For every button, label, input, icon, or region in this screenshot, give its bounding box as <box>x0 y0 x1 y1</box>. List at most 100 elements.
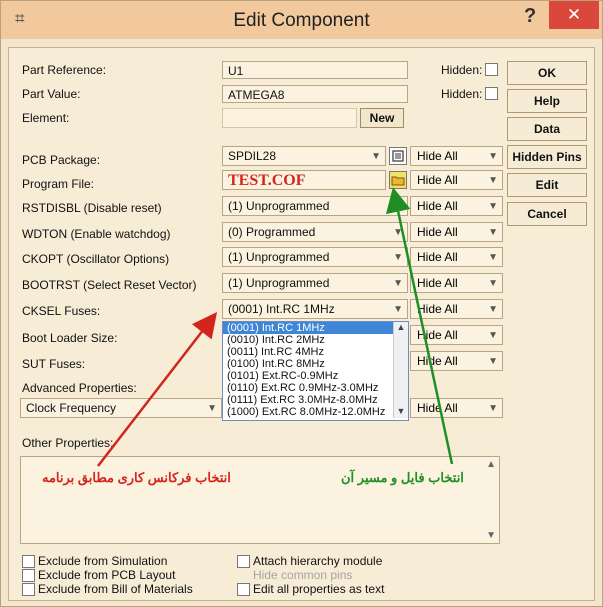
scroll-up-icon[interactable]: ▲ <box>394 322 408 332</box>
list-scrollbar[interactable]: ▲ ▼ <box>393 322 408 418</box>
chevron-down-icon: ▼ <box>207 403 217 414</box>
rstdisbl-select[interactable]: (1) Unprogrammed ▼ <box>222 196 408 216</box>
chevron-down-icon: ▼ <box>371 151 381 162</box>
hide-select-cksel[interactable]: Hide All ▼ <box>410 299 503 319</box>
exclude-sim-label: Exclude from Simulation <box>38 554 168 568</box>
list-item[interactable]: (1000) Ext.RC 8.0MHz-12.0MHz <box>223 406 408 418</box>
chevron-down-icon: ▼ <box>393 227 403 238</box>
scroll-up-icon[interactable]: ▲ <box>486 459 496 470</box>
hidden-checkbox-value[interactable] <box>485 87 498 100</box>
exclude-bom-label: Exclude from Bill of Materials <box>38 582 193 596</box>
cksel-dropdown-list[interactable]: (0001) Int.RC 1MHz (0010) Int.RC 2MHz (0… <box>222 321 409 421</box>
hide-select-wdton[interactable]: Hide All ▼ <box>410 222 503 242</box>
hide-value: Hide All <box>417 302 458 316</box>
hide-select-program[interactable]: Hide All ▼ <box>410 170 503 190</box>
chevron-down-icon: ▼ <box>393 304 403 315</box>
hide-select-sut[interactable]: Hide All ▼ <box>410 351 503 371</box>
bootrst-select[interactable]: (1) Unprogrammed ▼ <box>222 273 408 293</box>
data-button[interactable]: Data <box>507 117 587 141</box>
edit-firmware-button[interactable]: Edit Firmware <box>507 173 587 214</box>
chevron-down-icon: ▼ <box>488 304 498 315</box>
program-file-input[interactable]: TEST.COF <box>222 170 386 190</box>
cancel-button[interactable]: Cancel <box>507 202 587 226</box>
advanced-properties-label: Advanced Properties: <box>22 381 137 395</box>
list-item[interactable]: (0010) Int.RC 2MHz <box>223 334 408 346</box>
pcb-package-select[interactable]: SPDIL28 ▼ <box>222 146 386 166</box>
rstdisbl-label: RSTDISBL (Disable reset) <box>22 201 162 215</box>
pcb-package-label: PCB Package: <box>22 153 101 167</box>
list-item[interactable]: (0001) Int.RC 1MHz <box>223 322 408 334</box>
cksel-value: (0001) Int.RC 1MHz <box>228 302 335 316</box>
hide-value: Hide All <box>417 328 458 342</box>
boot-loader-label: Boot Loader Size: <box>22 331 118 345</box>
hide-select-clock[interactable]: Hide All ▼ <box>410 398 503 418</box>
hide-value: Hide All <box>417 173 458 187</box>
hide-select-ckopt[interactable]: Hide All ▼ <box>410 247 503 267</box>
chevron-down-icon: ▼ <box>393 252 403 263</box>
chevron-down-icon: ▼ <box>488 356 498 367</box>
list-item[interactable]: (0011) Int.RC 4MHz <box>223 346 408 358</box>
part-reference-label: Part Reference: <box>22 63 107 77</box>
list-item[interactable]: (0100) Int.RC 8MHz <box>223 358 408 370</box>
chevron-down-icon: ▼ <box>488 201 498 212</box>
help-icon[interactable]: ? <box>524 5 536 28</box>
advanced-property-select[interactable]: Clock Frequency ▼ <box>20 398 222 418</box>
close-button[interactable]: ✕ <box>549 1 599 29</box>
exclude-pcb-label: Exclude from PCB Layout <box>38 568 176 582</box>
exclude-bom-checkbox[interactable] <box>22 583 35 596</box>
hidden-checkbox-ref[interactable] <box>485 63 498 76</box>
chevron-down-icon: ▼ <box>488 252 498 263</box>
bootrst-value: (1) Unprogrammed <box>228 276 330 290</box>
hide-value: Hide All <box>417 199 458 213</box>
hide-select-pcb[interactable]: Hide All ▼ <box>410 146 503 166</box>
bootrst-label: BOOTRST (Select Reset Vector) <box>22 278 197 292</box>
chevron-down-icon: ▼ <box>488 175 498 186</box>
attach-hierarchy-checkbox[interactable] <box>237 555 250 568</box>
hide-select-bootrst[interactable]: Hide All ▼ <box>410 273 503 293</box>
pcb-package-value: SPDIL28 <box>228 149 277 163</box>
cksel-label: CKSEL Fuses: <box>22 304 101 318</box>
list-item[interactable]: (0111) Ext.RC 3.0MHz-8.0MHz <box>223 394 408 406</box>
title-bar: ⌗ Edit Component ? ✕ <box>1 1 602 39</box>
other-properties-label: Other Properties: <box>22 436 114 450</box>
help-button[interactable]: Help <box>507 89 587 113</box>
sut-label: SUT Fuses: <box>22 357 86 371</box>
edit-as-text-checkbox[interactable] <box>237 583 250 596</box>
rstdisbl-value: (1) Unprogrammed <box>228 199 330 213</box>
exclude-sim-checkbox[interactable] <box>22 555 35 568</box>
scroll-down-icon[interactable]: ▼ <box>486 530 496 541</box>
hide-select-bootloader[interactable]: Hide All ▼ <box>410 325 503 345</box>
hide-value: Hide All <box>417 401 458 415</box>
list-item[interactable]: (0110) Ext.RC 0.9MHz-3.0MHz <box>223 382 408 394</box>
exclude-pcb-checkbox[interactable] <box>22 569 35 582</box>
hide-value: Hide All <box>417 250 458 264</box>
hide-common-pins-label: Hide common pins <box>253 568 353 582</box>
hide-select-rstdisbl[interactable]: Hide All ▼ <box>410 196 503 216</box>
chevron-down-icon: ▼ <box>488 151 498 162</box>
annotation-red-text: انتخاب فرکانس کاری مطابق برنامه <box>42 470 231 485</box>
hidden-pins-button[interactable]: Hidden Pins <box>507 145 587 169</box>
ok-button[interactable]: OK <box>507 61 587 85</box>
part-reference-input[interactable]: U1 <box>222 61 408 79</box>
wdton-label: WDTON (Enable watchdog) <box>22 227 171 241</box>
chevron-down-icon: ▼ <box>393 201 403 212</box>
wdton-select[interactable]: (0) Programmed ▼ <box>222 222 408 242</box>
hidden-label-ref: Hidden: <box>441 63 483 77</box>
scroll-down-icon[interactable]: ▼ <box>394 406 408 416</box>
cksel-select[interactable]: (0001) Int.RC 1MHz ▼ <box>222 299 408 319</box>
wdton-value: (0) Programmed <box>228 225 316 239</box>
part-value-input[interactable]: ATMEGA8 <box>222 85 408 103</box>
new-button[interactable]: New <box>360 108 404 128</box>
hide-value: Hide All <box>417 225 458 239</box>
list-item[interactable]: (0101) Ext.RC-0.9MHz <box>223 370 408 382</box>
chevron-down-icon: ▼ <box>488 278 498 289</box>
element-combo[interactable] <box>222 108 357 128</box>
attach-hierarchy-label: Attach hierarchy module <box>253 554 383 568</box>
ckopt-value: (1) Unprogrammed <box>228 250 330 264</box>
annotation-green-text: انتخاب فایل و مسیر آن <box>341 470 464 485</box>
package-browse-icon[interactable] <box>389 147 407 165</box>
folder-open-icon[interactable] <box>389 171 407 189</box>
ckopt-select[interactable]: (1) Unprogrammed ▼ <box>222 247 408 267</box>
chevron-down-icon: ▼ <box>488 227 498 238</box>
chevron-down-icon: ▼ <box>393 278 403 289</box>
